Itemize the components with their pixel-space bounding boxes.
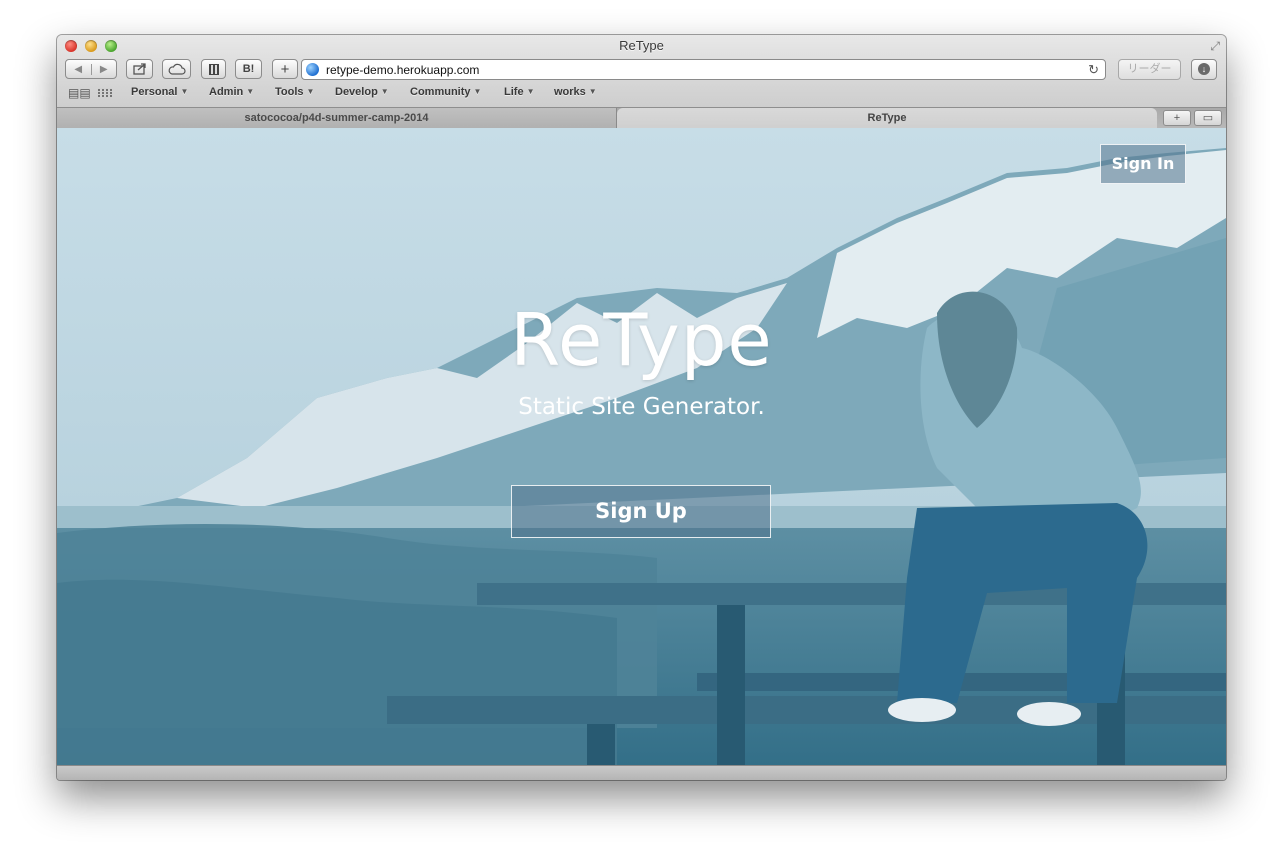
top-sites-icon[interactable] xyxy=(98,88,112,98)
share-icon xyxy=(132,63,146,75)
hero-background-image xyxy=(57,128,1226,765)
fullscreen-icon[interactable]: ⤢ xyxy=(1210,39,1220,54)
bookmark-works[interactable]: works ▼ xyxy=(554,86,597,98)
downloads-button[interactable]: ↓ xyxy=(1191,59,1217,80)
chevron-down-icon: ▼ xyxy=(473,87,482,96)
icloud-tabs-button[interactable] xyxy=(162,59,191,79)
bookmark-life[interactable]: Life ▼ xyxy=(504,86,534,98)
bookmark-label: Admin xyxy=(209,86,244,98)
chevron-down-icon: ▼ xyxy=(380,87,389,96)
chevron-down-icon: ▼ xyxy=(246,87,255,96)
bookmark-tools[interactable]: Tools ▼ xyxy=(275,86,314,98)
web-page-content: Sign In ReType Static Site Generator. Si… xyxy=(57,128,1226,765)
sign-up-button[interactable]: Sign Up xyxy=(511,485,771,538)
tab-p4d-summer-camp[interactable]: satococoa/p4d-summer-camp-2014 xyxy=(57,108,617,129)
hero-title: ReType xyxy=(510,298,773,382)
bookmark-community[interactable]: Community ▼ xyxy=(410,86,481,98)
title-bar: ReType ⤢ ◀ ▶ B! + retype-demo.herokuapp.… xyxy=(57,35,1226,129)
bookmark-label: Life xyxy=(504,86,524,98)
browser-window: ReType ⤢ ◀ ▶ B! + retype-demo.herokuapp.… xyxy=(57,35,1226,780)
reading-list-icon[interactable]: ▤▤ xyxy=(68,86,91,100)
new-tab-button[interactable]: + xyxy=(1163,110,1191,126)
bookmark-label: Personal xyxy=(131,86,178,98)
bookmark-label: Community xyxy=(410,86,471,98)
chevron-down-icon: ▼ xyxy=(588,87,597,96)
sign-in-button[interactable]: Sign In xyxy=(1100,144,1186,184)
bookmark-label: works xyxy=(554,86,586,98)
bookmark-label: Tools xyxy=(275,86,304,98)
chevron-down-icon: ▼ xyxy=(526,87,535,96)
forward-arrow-icon[interactable]: ▶ xyxy=(92,64,117,75)
back-arrow-icon[interactable]: ◀ xyxy=(66,63,92,75)
bookmarks-bar: ▤▤ Personal ▼ Admin ▼ Tools ▼ Develop ▼ Comm… xyxy=(57,84,1226,102)
chevron-down-icon: ▼ xyxy=(180,87,189,96)
url-text[interactable]: retype-demo.herokuapp.com xyxy=(326,63,479,77)
address-bar[interactable]: retype-demo.herokuapp.com ↻ xyxy=(301,59,1106,80)
book-icon xyxy=(208,63,219,75)
bookmark-develop[interactable]: Develop ▼ xyxy=(335,86,389,98)
hatena-bookmark-button[interactable]: B! xyxy=(235,59,262,79)
icloud-icon xyxy=(168,63,186,75)
window-title: ReType xyxy=(619,38,664,53)
add-bookmark-button[interactable]: + xyxy=(272,59,298,79)
chevron-down-icon: ▼ xyxy=(306,87,315,96)
tab-retype[interactable]: ReType xyxy=(617,108,1157,129)
hero-subtitle: Static Site Generator. xyxy=(518,394,765,420)
download-icon: ↓ xyxy=(1198,63,1210,75)
tab-bar: satococoa/p4d-summer-camp-2014 ReType + … xyxy=(57,107,1226,129)
bookmarks-sidebar-button[interactable] xyxy=(201,59,226,79)
share-button[interactable] xyxy=(126,59,153,79)
bookmark-personal[interactable]: Personal ▼ xyxy=(131,86,188,98)
bookmark-label: Develop xyxy=(335,86,378,98)
status-bar xyxy=(57,765,1226,780)
back-forward-group: ◀ ▶ xyxy=(65,59,117,79)
reader-button[interactable]: リーダー xyxy=(1118,59,1181,80)
globe-icon xyxy=(306,63,319,76)
bookmark-admin[interactable]: Admin ▼ xyxy=(209,86,254,98)
reload-icon[interactable]: ↻ xyxy=(1088,62,1099,78)
show-all-tabs-button[interactable]: ▭ xyxy=(1194,110,1222,126)
